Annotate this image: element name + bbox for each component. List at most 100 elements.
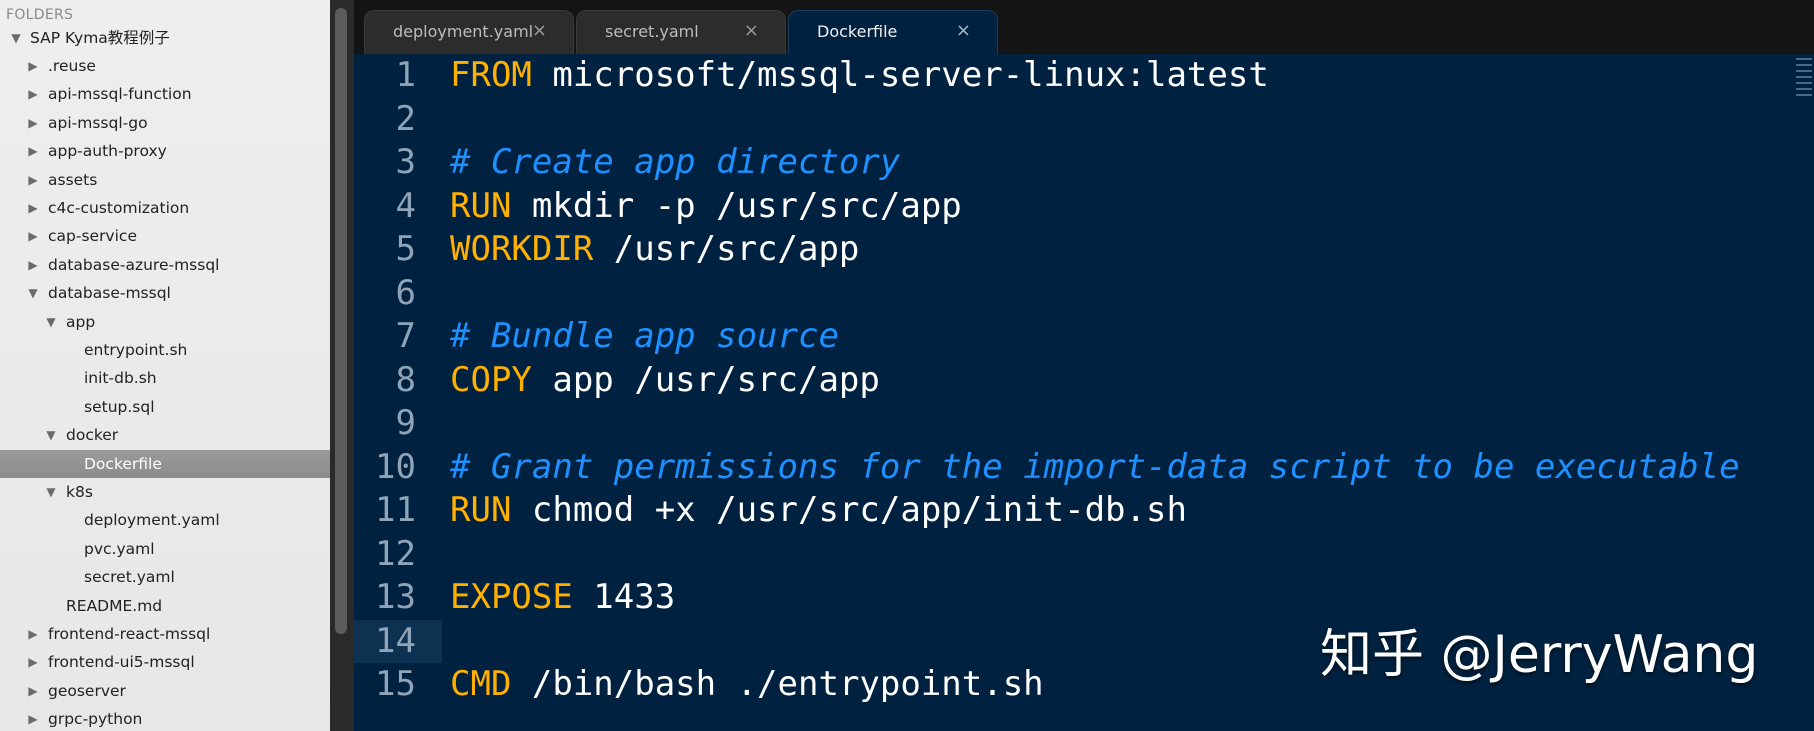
tree-file[interactable]: README.md [0,592,330,620]
code-comment: # Bundle app source [450,316,839,356]
code-text: CMD /bin/bash ./entrypoint.sh [450,663,1044,706]
line-number: 9 [395,403,416,443]
tree-item-label: deployment.yaml [84,511,220,530]
tree-item-label: docker [66,426,119,445]
close-icon[interactable]: × [744,20,759,41]
code-comment: # Grant permissions for the import-data … [450,446,1740,487]
tree-file[interactable]: deployment.yaml [0,506,330,534]
code-line[interactable]: 7 # Bundle app source [354,315,1794,358]
triangle-right-icon[interactable]: ▶ [26,109,40,137]
tree-item-label: init-db.sh [84,369,157,388]
tree-folder[interactable]: ▼ docker [0,421,330,449]
tree-folder[interactable]: ▶ api-mssql-function [0,80,330,108]
tree-item-label: pvc.yaml [84,539,155,558]
triangle-right-icon[interactable]: ▶ [26,166,40,194]
tree-file[interactable]: Dockerfile [0,449,330,478]
line-number: 7 [395,316,416,356]
triangle-right-icon[interactable]: ▶ [26,194,40,222]
tree-item-label: Dockerfile [84,454,162,473]
tree-folder[interactable]: ▶ .reuse [0,52,330,80]
tree-folder[interactable]: ▶ grpc-python [0,705,330,731]
tree-item-label: geoserver [48,681,126,700]
tree-file[interactable]: entrypoint.sh [0,336,330,364]
triangle-down-icon[interactable]: ▼ [44,478,58,506]
folders-header: FOLDERS [6,7,74,23]
tree-folder[interactable]: ▶ cap-service [0,222,330,250]
triangle-down-icon[interactable]: ▼ [44,421,58,449]
code-line[interactable]: 6 [354,272,1794,315]
tree-file[interactable]: pvc.yaml [0,535,330,563]
tree-folder[interactable]: ▶ app-auth-proxy [0,137,330,165]
tab-deployment-yaml[interactable]: deployment.yaml × [364,10,574,55]
minimap[interactable] [1794,54,1814,114]
line-number: 5 [395,229,416,269]
tree-folder[interactable]: ▶ geoserver [0,677,330,705]
tree-root[interactable]: ▼ SAP Kyma教程例子 [0,24,330,52]
triangle-right-icon[interactable]: ▶ [26,251,40,279]
triangle-down-icon[interactable]: ▼ [26,279,40,307]
tree-item-label: secret.yaml [84,568,175,587]
code-line[interactable]: 2 [354,98,1794,141]
triangle-right-icon[interactable]: ▶ [26,52,40,80]
code-line[interactable]: 12 [354,533,1794,576]
tree-folder[interactable]: ▶ api-mssql-go [0,109,330,137]
line-number: 2 [395,98,416,139]
code-line[interactable]: 8 COPY app /usr/src/app [354,359,1794,402]
triangle-right-icon[interactable]: ▶ [26,705,40,731]
code-line[interactable]: 4 RUN mkdir -p /usr/src/app [354,185,1794,228]
tree-folder[interactable]: ▶ frontend-react-mssql [0,620,330,648]
tree-folder[interactable]: ▶ frontend-ui5-mssql [0,648,330,676]
tree-item-label: frontend-react-mssql [48,625,211,643]
triangle-right-icon[interactable]: ▶ [26,137,40,165]
sidebar-scrollbar[interactable] [335,8,347,634]
tree-folder[interactable]: ▼ k8s [0,478,330,506]
tab-label: Dockerfile [817,22,898,41]
tree-item-label: assets [48,170,98,189]
code-text: FROM microsoft/mssql-server-linux:latest [450,54,1269,97]
code-keyword: RUN [450,490,512,530]
line-number: 10 [375,446,416,487]
code-line[interactable]: 11 RUN chmod +x /usr/src/app/init-db.sh [354,489,1794,532]
code-comment: # Create app directory [450,142,901,182]
triangle-right-icon[interactable]: ▶ [26,677,40,705]
code-line[interactable]: 9 [354,402,1794,445]
tree-folder[interactable]: ▶ database-azure-mssql [0,251,330,279]
line-number: 8 [395,359,416,400]
line-number: 6 [395,272,416,313]
code-line[interactable]: 5 WORKDIR /usr/src/app [354,228,1794,271]
close-icon[interactable]: × [532,20,547,41]
tab-secret-yaml[interactable]: secret.yaml × [576,10,786,55]
code-keyword: EXPOSE [450,577,573,617]
code-text: EXPOSE 1433 [450,576,675,619]
tree-file[interactable]: init-db.sh [0,364,330,392]
code-text: # Bundle app source [450,315,839,358]
line-number: 14 [375,620,416,661]
line-number: 4 [395,185,416,226]
tree-folder[interactable]: ▼ database-mssql [0,279,330,307]
triangle-down-icon[interactable]: ▼ [9,24,23,52]
code-line[interactable]: 1 FROM microsoft/mssql-server-linux:lates… [354,54,1794,97]
code-line[interactable]: 10 # Grant permissions for the import-dat… [354,446,1794,489]
triangle-right-icon[interactable]: ▶ [26,648,40,676]
triangle-right-icon[interactable]: ▶ [26,222,40,250]
close-icon[interactable]: × [956,20,971,41]
tree-item-label: README.md [66,596,163,615]
code-argument: app /usr/src/app [531,359,880,400]
code-argument: /bin/bash ./entrypoint.sh [511,664,1044,704]
code-keyword: FROM [450,55,532,95]
line-number: 11 [375,490,416,530]
tree-file[interactable]: secret.yaml [0,563,330,591]
line-number: 12 [375,533,416,574]
tree-folder[interactable]: ▶ c4c-customization [0,194,330,222]
tree-folder[interactable]: ▶ assets [0,166,330,194]
line-number: 13 [375,577,416,617]
tree-file[interactable]: setup.sql [0,393,330,421]
triangle-right-icon[interactable]: ▶ [26,80,40,108]
triangle-right-icon[interactable]: ▶ [26,620,40,648]
tree-item-label: api-mssql-function [48,85,192,104]
tree-item-label: c4c-customization [48,199,190,217]
code-line[interactable]: 3 # Create app directory [354,141,1794,184]
triangle-down-icon[interactable]: ▼ [44,308,58,336]
tab-dockerfile[interactable]: Dockerfile × [788,10,998,55]
tree-folder[interactable]: ▼ app [0,308,330,336]
